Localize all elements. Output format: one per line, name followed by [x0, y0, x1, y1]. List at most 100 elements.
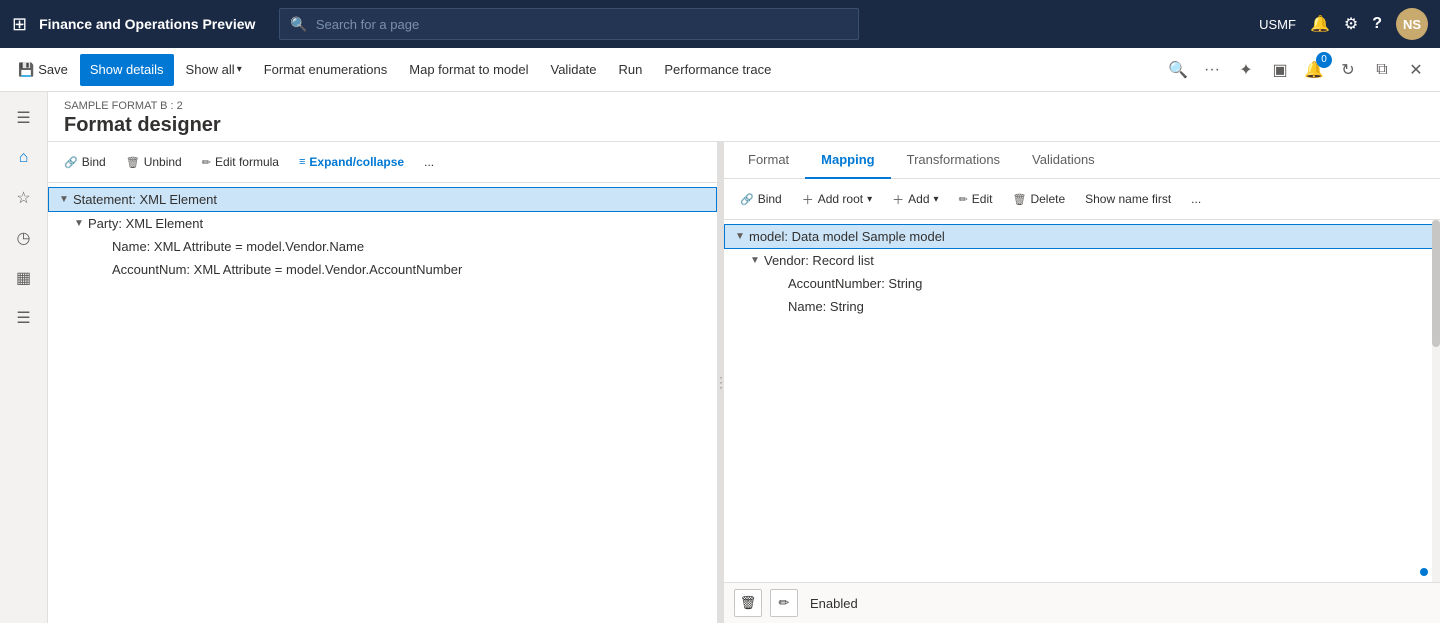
- tab-mapping[interactable]: Mapping: [805, 142, 890, 179]
- left-pane: 🔗 Bind 🗑 Unbind ✏ Edit formula ≡ Expand/…: [48, 142, 718, 623]
- save-button[interactable]: 💾 Save: [8, 54, 78, 86]
- search-input[interactable]: [316, 17, 849, 32]
- validate-button[interactable]: Validate: [541, 54, 607, 86]
- app-title: Finance and Operations Preview: [39, 16, 255, 32]
- edit-bottom-button[interactable]: ✏: [770, 589, 798, 617]
- right-tree: ▼ model: Data model Sample model ▼ Vendo…: [724, 220, 1440, 582]
- scrollbar-track[interactable]: [1432, 220, 1440, 582]
- tab-format[interactable]: Format: [732, 142, 805, 179]
- apps-cmd-button[interactable]: ✦: [1230, 54, 1262, 86]
- chevron-statement: ▼: [57, 194, 71, 205]
- save-icon: 💾: [18, 62, 34, 78]
- close-button[interactable]: ✕: [1400, 54, 1432, 86]
- notification-button[interactable]: 🔔: [1310, 14, 1330, 34]
- sidebar-home-icon[interactable]: ⌂: [6, 140, 42, 176]
- left-pane-toolbar: 🔗 Bind 🗑 Unbind ✏ Edit formula ≡ Expand/…: [48, 142, 717, 183]
- run-button[interactable]: Run: [609, 54, 653, 86]
- show-all-button[interactable]: Show all ▾: [176, 54, 252, 86]
- new-window-button[interactable]: ⧉: [1366, 54, 1398, 86]
- edit-button-right[interactable]: ✏ Edit: [951, 185, 1001, 213]
- settings-button[interactable]: ⚙: [1344, 14, 1358, 34]
- add-root-chevron: ▾: [867, 194, 872, 205]
- sidebar-recent-icon[interactable]: ◷: [6, 220, 42, 256]
- right-pane-toolbar: 🔗 Bind ＋ Add root ▾ ＋ Add ▾ ✏: [724, 179, 1440, 220]
- edit-icon-right: ✏: [959, 193, 968, 206]
- expand-collapse-button[interactable]: ≡ Expand/collapse: [291, 148, 412, 176]
- sidebar-menu-icon[interactable]: ☰: [6, 100, 42, 136]
- search-cmd-button[interactable]: 🔍: [1162, 54, 1194, 86]
- sidebar: ☰ ⌂ ☆ ◷ ▦ ☰: [0, 92, 48, 623]
- right-pane: Format Mapping Transformations Validatio…: [724, 142, 1440, 623]
- performance-trace-button[interactable]: Performance trace: [654, 54, 781, 86]
- chevron-vendor: ▼: [748, 255, 762, 266]
- search-bar[interactable]: 🔍: [279, 8, 859, 40]
- tree-item-accountnum[interactable]: AccountNum: XML Attribute = model.Vendor…: [48, 258, 717, 281]
- breadcrumb: SAMPLE FORMAT B : 2: [64, 100, 1424, 112]
- tree-label-accountnumber: AccountNumber: String: [788, 276, 922, 291]
- bind-button-right[interactable]: 🔗 Bind: [732, 185, 790, 213]
- chevron-party: ▼: [72, 218, 86, 229]
- add-button-right[interactable]: ＋ Add ▾: [884, 185, 946, 213]
- panel-cmd-button[interactable]: ▣: [1264, 54, 1296, 86]
- add-chevron: ▾: [934, 194, 939, 205]
- delete-icon-right: 🗑: [1012, 193, 1026, 206]
- top-nav-right: USMF 🔔 ⚙ ? NS: [1259, 8, 1428, 40]
- chevron-down-icon: ▾: [237, 64, 242, 75]
- tree-item-vendor[interactable]: ▼ Vendor: Record list: [724, 249, 1440, 272]
- tree-label-party: Party: XML Element: [88, 216, 203, 231]
- bottom-strip: 🗑 ✏ Enabled: [724, 582, 1440, 623]
- add-icon-right: ＋: [892, 191, 904, 208]
- tree-label-accountnum: AccountNum: XML Attribute = model.Vendor…: [112, 262, 462, 277]
- tree-item-namestring[interactable]: Name: String: [724, 295, 1440, 318]
- chevron-model: ▼: [733, 231, 747, 242]
- delete-button-right[interactable]: 🗑 Delete: [1004, 185, 1073, 213]
- app-grid-icon[interactable]: ⊞: [12, 14, 27, 35]
- tree-label-name: Name: XML Attribute = model.Vendor.Name: [112, 239, 364, 254]
- left-tree: ▼ Statement: XML Element ▼ Party: XML El…: [48, 183, 717, 623]
- page-header: SAMPLE FORMAT B : 2 Format designer: [48, 92, 1440, 142]
- format-enumerations-button[interactable]: Format enumerations: [254, 54, 398, 86]
- sidebar-workspace-icon[interactable]: ▦: [6, 260, 42, 296]
- chevron-accountnumber: [772, 278, 786, 289]
- more-left-button[interactable]: ...: [416, 148, 442, 176]
- tab-validations[interactable]: Validations: [1016, 142, 1111, 179]
- tree-item-accountnumber[interactable]: AccountNumber: String: [724, 272, 1440, 295]
- add-root-button[interactable]: ＋ Add root ▾: [794, 185, 880, 213]
- tree-item-party[interactable]: ▼ Party: XML Element: [48, 212, 717, 235]
- tree-item-statement[interactable]: ▼ Statement: XML Element: [48, 187, 717, 212]
- bind-icon-right: 🔗: [740, 193, 754, 206]
- avatar[interactable]: NS: [1396, 8, 1428, 40]
- enabled-label: Enabled: [810, 596, 858, 611]
- chevron-accountnum: [96, 264, 110, 275]
- top-nav: ⊞ Finance and Operations Preview 🔍 USMF …: [0, 0, 1440, 48]
- indicator-dot: [1420, 568, 1428, 576]
- tree-item-model[interactable]: ▼ model: Data model Sample model: [724, 224, 1440, 249]
- tree-label-model: model: Data model Sample model: [749, 229, 945, 244]
- org-label: USMF: [1259, 17, 1296, 32]
- unbind-button[interactable]: 🗑 Unbind: [118, 148, 190, 176]
- tab-transformations[interactable]: Transformations: [891, 142, 1016, 179]
- tree-item-name[interactable]: Name: XML Attribute = model.Vendor.Name: [48, 235, 717, 258]
- split-pane: 🔗 Bind 🗑 Unbind ✏ Edit formula ≡ Expand/…: [48, 142, 1440, 623]
- more-cmd-button[interactable]: ···: [1196, 54, 1228, 86]
- add-root-icon: ＋: [802, 191, 814, 208]
- more-right-button[interactable]: ...: [1183, 185, 1209, 213]
- refresh-cmd-button[interactable]: ↻: [1332, 54, 1364, 86]
- unbind-icon: 🗑: [126, 156, 140, 169]
- edit-formula-icon: ✏: [202, 156, 211, 169]
- delete-bottom-button[interactable]: 🗑: [734, 589, 762, 617]
- help-button[interactable]: ?: [1372, 15, 1382, 33]
- map-format-button[interactable]: Map format to model: [399, 54, 538, 86]
- sidebar-favorites-icon[interactable]: ☆: [6, 180, 42, 216]
- tree-label-vendor: Vendor: Record list: [764, 253, 874, 268]
- sidebar-modules-icon[interactable]: ☰: [6, 300, 42, 336]
- main-layout: ☰ ⌂ ☆ ◷ ▦ ☰ SAMPLE FORMAT B : 2 Format d…: [0, 92, 1440, 623]
- bind-button-left[interactable]: 🔗 Bind: [56, 148, 114, 176]
- scrollbar-thumb[interactable]: [1432, 220, 1440, 347]
- show-details-button[interactable]: Show details: [80, 54, 174, 86]
- content-area: SAMPLE FORMAT B : 2 Format designer 🔗 Bi…: [48, 92, 1440, 623]
- show-name-first-button[interactable]: Show name first: [1077, 185, 1179, 213]
- page-title: Format designer: [64, 114, 1424, 137]
- search-icon: 🔍: [290, 16, 307, 33]
- edit-formula-button[interactable]: ✏ Edit formula: [194, 148, 287, 176]
